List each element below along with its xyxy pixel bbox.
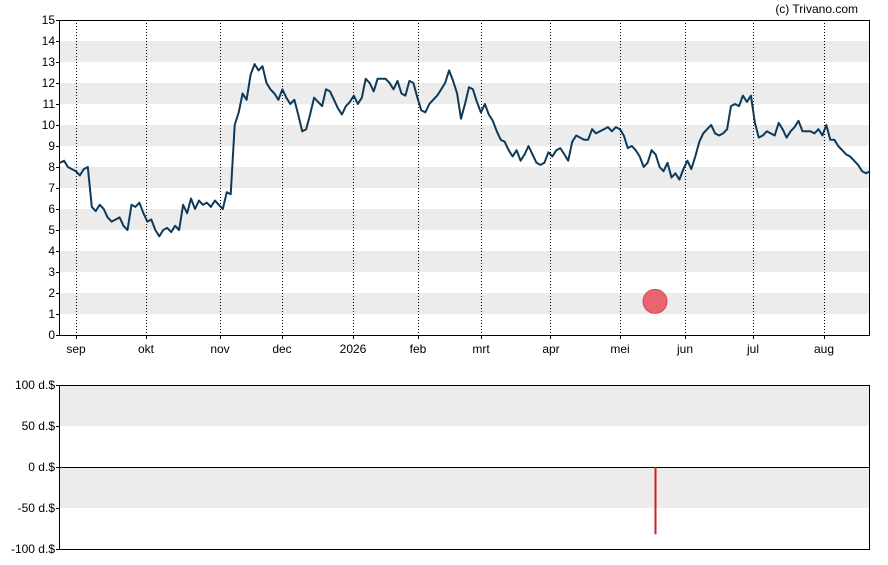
- x-tick-label: mrt: [472, 342, 490, 356]
- y-tick-label: 0: [48, 328, 55, 342]
- x-tick-label: apr: [542, 342, 559, 356]
- y-tick-label: 4: [48, 244, 55, 258]
- y-tick-label: 6: [48, 202, 55, 216]
- x-tick-label: dec: [272, 342, 291, 356]
- price-stripes: [60, 41, 870, 314]
- y-tick-label: 7: [48, 181, 55, 195]
- credit-text: (c) Trivano.com: [775, 2, 858, 16]
- y-tick-label: 2: [48, 286, 55, 300]
- volume-stripe: [60, 385, 870, 426]
- x-tick-label: okt: [138, 342, 155, 356]
- price-x-axis: sep okt nov dec 2026 feb mrt apr mei jun jul aug: [66, 335, 834, 356]
- y-tick-label: 8: [48, 160, 55, 174]
- volume-panel: 100 d.$ 50 d.$ 0 d.$ -50 d.$ -100 d.$: [11, 378, 870, 556]
- y-tick-label: 3: [48, 265, 55, 279]
- y-tick-label: 11: [43, 97, 56, 111]
- price-stripe: [60, 125, 870, 146]
- price-markers: [642, 288, 668, 314]
- x-tick-label: 2026: [340, 342, 367, 356]
- x-tick-label: aug: [814, 342, 834, 356]
- y-tick-label: 15: [42, 13, 56, 27]
- volume-y-tick-label: 100 d.$: [15, 378, 55, 392]
- price-stripe: [60, 167, 870, 188]
- y-tick-label: 13: [42, 55, 56, 69]
- volume-y-tick-label: 50 d.$: [22, 419, 56, 433]
- volume-y-tick-label: 0 d.$: [28, 460, 55, 474]
- x-tick-label: feb: [410, 342, 427, 356]
- y-tick-label: 14: [42, 34, 56, 48]
- x-tick-label: jun: [676, 342, 693, 356]
- volume-stripe: [60, 467, 870, 508]
- y-tick-label: 5: [48, 223, 55, 237]
- stock-chart: (c) Trivano.com 0123456789101112131415 s…: [11, 2, 871, 556]
- x-tick-label: nov: [210, 342, 229, 356]
- price-y-axis: 0123456789101112131415: [42, 13, 60, 342]
- price-stripe: [60, 293, 870, 314]
- y-tick-label: 1: [48, 307, 55, 321]
- price-panel: 0123456789101112131415 sep okt nov dec 2026 f…: [42, 13, 871, 356]
- y-tick-label: 10: [42, 118, 56, 132]
- volume-y-tick-label: -50 d.$: [18, 501, 56, 515]
- price-stripe: [60, 41, 870, 62]
- volume-stripes: [60, 385, 870, 508]
- x-tick-label: mei: [610, 342, 629, 356]
- y-tick-label: 9: [48, 139, 55, 153]
- volume-y-tick-label: -100 d.$: [11, 542, 55, 556]
- x-tick-label: jul: [746, 342, 759, 356]
- volume-y-axis: 100 d.$ 50 d.$ 0 d.$ -50 d.$ -100 d.$: [11, 378, 60, 556]
- price-stripe: [60, 251, 870, 272]
- x-tick-label: sep: [66, 342, 86, 356]
- y-tick-label: 12: [42, 76, 56, 90]
- event-marker: [642, 288, 668, 314]
